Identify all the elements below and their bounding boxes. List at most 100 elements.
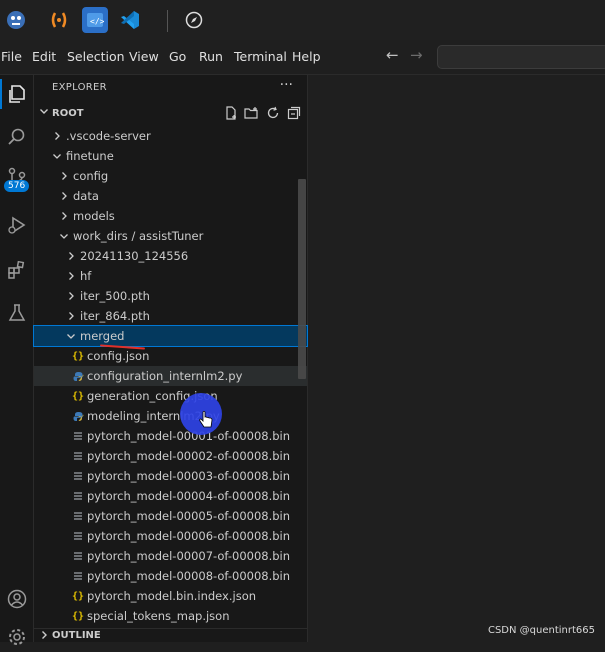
chevron-right-icon [58,209,70,223]
tree-folder-item[interactable]: .vscode-server [34,126,307,146]
more-actions-icon[interactable]: ··· [280,77,293,93]
refresh-icon[interactable] [265,105,280,120]
extensions-icon[interactable] [0,255,33,285]
account-icon[interactable] [0,584,33,614]
chevron-right-icon [65,309,77,323]
explorer-files-icon[interactable] [0,79,33,109]
menu-go[interactable]: Go [169,49,186,64]
tree-file-item[interactable]: {} pytorch_model.bin.index.json [34,586,307,606]
editor-area[interactable] [308,75,605,642]
binary-file-icon [72,429,84,443]
chevron-right-icon [65,249,77,263]
tree-item-label: pytorch_model-00002-of-00008.bin [87,449,291,463]
outline-section-header[interactable]: OUTLINE [34,628,307,643]
tree-item-label: pytorch_model-00004-of-00008.bin [87,489,291,503]
json-file-icon: {} [71,350,85,362]
binary-file-icon [72,549,84,563]
tree-folder-item[interactable]: config [34,166,307,186]
forward-arrow-icon[interactable]: → [410,46,423,64]
watermark: CSDN @quentinrt665 [487,625,595,636]
svg-text:</>: </> [90,17,104,26]
app-mascot-icon[interactable] [3,7,29,33]
binary-file-icon [72,489,84,503]
manage-gear-icon[interactable] [0,622,33,652]
tree-item-label: iter_500.pth [80,289,150,303]
search-icon[interactable] [0,122,33,152]
file-tree: .vscode-server finetune config data models wo… [33,126,308,626]
explorer-title: EXPLORER [52,82,107,93]
binary-file-icon [72,449,84,463]
python-file-icon [72,369,84,383]
tree-file-item[interactable]: modeling_internlm2.py [34,406,307,426]
tree-item-label: special_tokens_map.json [87,609,230,623]
tree-item-label: pytorch_model-00007-of-00008.bin [87,549,291,563]
binary-file-icon [72,509,84,523]
sidebar-scrollbar[interactable] [298,179,306,379]
tree-folder-item[interactable]: iter_500.pth [34,286,307,306]
tree-item-label: pytorch_model-00006-of-00008.bin [87,529,291,543]
os-taskbar: </> [0,0,605,41]
json-file-icon: {} [71,390,85,402]
chevron-right-icon [58,169,70,183]
taskbar-separator [167,10,168,32]
tree-folder-item[interactable]: finetune [34,146,307,166]
tree-item-label: pytorch_model-00003-of-00008.bin [87,469,291,483]
tree-folder-item[interactable]: work_dirs / assistTuner [34,226,307,246]
tree-file-item[interactable]: configuration_internlm2.py [34,366,307,386]
tree-folder-item[interactable]: 20241130_124556 [34,246,307,266]
run-debug-icon[interactable] [0,210,33,240]
tree-item-label: finetune [66,149,114,163]
tree-file-item[interactable]: pytorch_model-00008-of-00008.bin [34,566,307,586]
json-file-icon: {} [71,610,85,622]
menu-run[interactable]: Run [199,49,223,64]
tree-folder-item[interactable]: merged [33,325,308,347]
json-file-icon: {} [71,590,85,602]
tree-file-item[interactable]: pytorch_model-00001-of-00008.bin [34,426,307,446]
orange-brackets-app-icon[interactable] [46,7,72,33]
tree-file-item[interactable]: pytorch_model-00006-of-00008.bin [34,526,307,546]
tree-item-label: config [73,169,109,183]
tree-item-label: data [73,189,99,203]
new-file-icon[interactable] [223,105,238,120]
tree-item-label: pytorch_model-00008-of-00008.bin [87,569,291,583]
python-file-icon [72,409,84,423]
tree-file-item[interactable]: pytorch_model-00003-of-00008.bin [34,466,307,486]
vscode-icon[interactable] [117,7,143,33]
menu-file[interactable]: File [1,49,22,64]
new-folder-icon[interactable] [244,105,259,120]
tree-file-item[interactable]: {} generation_config.json [34,386,307,406]
tree-file-item[interactable]: {} config.json [34,346,307,366]
tree-file-item[interactable]: pytorch_model-00007-of-00008.bin [34,546,307,566]
back-arrow-icon[interactable]: ← [386,46,399,64]
tree-item-label: models [73,209,115,223]
tree-folder-item[interactable]: iter_864.pth [34,306,307,326]
menu-selection[interactable]: Selection [67,49,125,64]
tree-folder-item[interactable]: data [34,186,307,206]
root-label: ROOT [52,108,84,119]
collapse-all-icon[interactable] [286,105,301,120]
explorer-sidebar: EXPLORER ··· ROOT .vscode-server finetune… [33,75,308,643]
binary-file-icon [72,569,84,583]
menu-terminal[interactable]: Terminal [234,49,287,64]
code-window-icon[interactable]: </> [82,7,108,33]
compass-icon[interactable] [181,7,207,33]
tree-file-item[interactable]: pytorch_model-00004-of-00008.bin [34,486,307,506]
explorer-actions [223,105,301,120]
menu-view[interactable]: View [129,49,159,64]
tree-folder-item[interactable]: hf [34,266,307,286]
tree-item-label: hf [80,269,92,283]
chevron-right-icon [51,129,63,143]
menu-edit[interactable]: Edit [32,49,56,64]
testing-flask-icon[interactable] [0,298,33,328]
tree-folder-item[interactable]: models [34,206,307,226]
command-center-search[interactable] [437,45,605,69]
tree-item-label: config.json [87,349,150,363]
tree-item-label: iter_864.pth [80,309,150,323]
tree-item-label: pytorch_model-00005-of-00008.bin [87,509,291,523]
tree-file-item[interactable]: pytorch_model-00002-of-00008.bin [34,446,307,466]
tree-item-label: .vscode-server [66,129,151,143]
menu-help[interactable]: Help [292,49,321,64]
tree-file-item[interactable]: pytorch_model-00005-of-00008.bin [34,506,307,526]
tree-file-item[interactable]: {} special_tokens_map.json [34,606,307,626]
binary-file-icon [72,529,84,543]
